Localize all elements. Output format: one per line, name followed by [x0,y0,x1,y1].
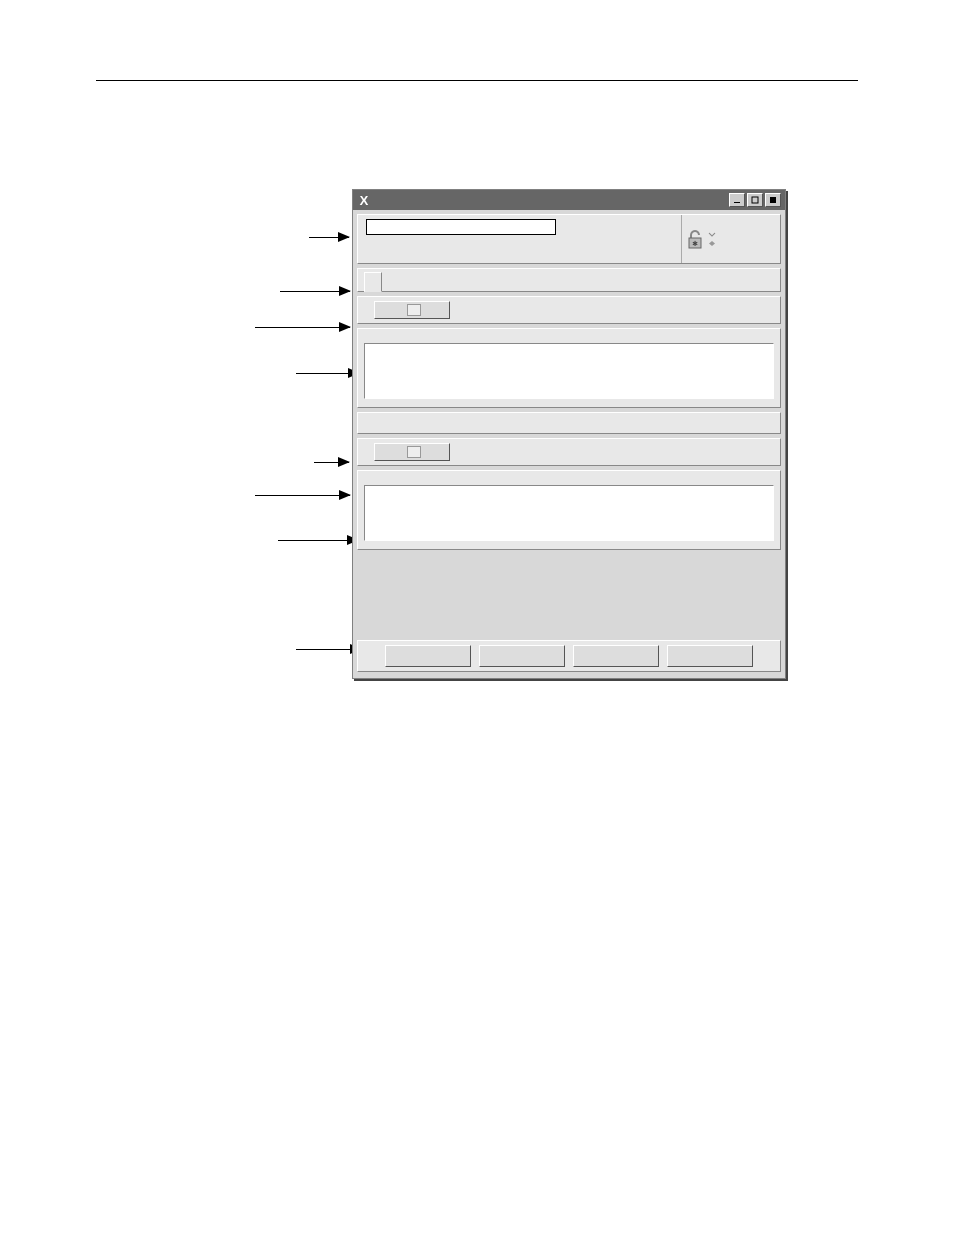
svg-text:✱: ✱ [692,240,698,248]
chevron-icon [708,231,716,238]
section1-button[interactable] [374,301,450,319]
section2-button[interactable] [374,443,450,461]
action-button-1[interactable] [385,645,471,667]
app-icon: X [357,193,371,207]
dropdown-icon [407,304,421,316]
section2-header [357,438,781,466]
section1-listbox[interactable] [364,343,774,399]
action-button-3[interactable] [573,645,659,667]
action-button-4[interactable] [667,645,753,667]
lock-open-icon: ✱ [686,229,704,249]
diamond-icon [708,240,716,247]
action-button-2[interactable] [479,645,565,667]
dropdown-icon [407,446,421,458]
callout-arrow [309,237,349,238]
callout-arrow [280,291,350,292]
section1-header [357,296,781,324]
minimize-button[interactable] [729,193,745,207]
section2-spacer [357,412,781,434]
callout-arrow [278,540,358,541]
section1-list-label [358,329,780,343]
tab-strip [357,268,781,292]
section1-body [357,328,781,408]
dialog-window: X ✱ [352,189,786,679]
id-panel: ✱ [357,214,781,264]
close-button[interactable] [765,193,781,207]
callout-arrow [255,495,350,496]
section2-list-label [358,471,780,485]
action-bar [357,640,781,672]
callout-arrow [314,462,349,463]
section2-listbox[interactable] [364,485,774,541]
page-rule [96,80,858,81]
id-input[interactable] [366,219,556,235]
section2-body [357,470,781,550]
tab-main[interactable] [364,272,382,292]
titlebar[interactable]: X [353,190,785,210]
maximize-button[interactable] [747,193,763,207]
callout-arrow [296,373,359,374]
callout-arrow [255,327,350,328]
